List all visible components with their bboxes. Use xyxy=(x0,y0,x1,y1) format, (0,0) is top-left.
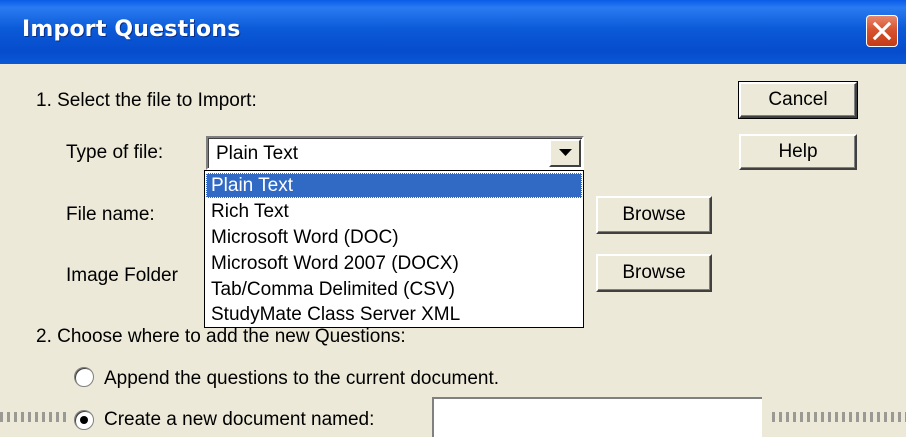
file-name-label: File name: xyxy=(66,204,155,225)
create-radio-label: Create a new document named: xyxy=(104,409,375,430)
cancel-button[interactable]: Cancel xyxy=(738,81,858,119)
browse-folder-button-label: Browse xyxy=(622,262,686,283)
type-of-file-label: Type of file: xyxy=(66,142,164,163)
close-icon xyxy=(872,21,892,41)
chevron-down-icon xyxy=(559,149,572,156)
title-bar[interactable]: Import Questions xyxy=(0,0,906,64)
dropdown-option[interactable]: Microsoft Word (DOC) xyxy=(206,225,582,250)
file-type-value: Plain Text xyxy=(216,143,299,164)
help-button[interactable]: Help xyxy=(739,134,857,170)
partially-visible-text xyxy=(0,412,66,422)
file-type-dropdown-button[interactable] xyxy=(549,139,581,167)
close-button[interactable] xyxy=(866,15,898,47)
browse-file-button[interactable]: Browse xyxy=(596,196,712,234)
help-button-label: Help xyxy=(778,141,818,162)
dropdown-option[interactable]: Tab/Comma Delimited (CSV) xyxy=(206,277,582,302)
cancel-button-label: Cancel xyxy=(768,89,828,110)
browse-file-button-label: Browse xyxy=(622,204,686,225)
dropdown-option[interactable]: StudyMate Class Server XML xyxy=(206,302,582,327)
browse-folder-button[interactable]: Browse xyxy=(596,254,712,292)
dropdown-option[interactable]: Rich Text xyxy=(206,199,582,224)
step2-label: 2. Choose where to add the new Questions… xyxy=(36,326,406,347)
append-radio-label: Append the questions to the current docu… xyxy=(104,368,500,389)
window-title: Import Questions xyxy=(22,17,241,42)
create-radio[interactable] xyxy=(74,410,94,430)
dropdown-option[interactable]: Microsoft Word 2007 (DOCX) xyxy=(206,251,582,276)
file-type-select[interactable]: Plain Text xyxy=(206,136,584,170)
step1-label: 1. Select the file to Import: xyxy=(36,90,257,111)
new-document-name-input[interactable] xyxy=(432,397,762,437)
dropdown-option[interactable]: Plain Text xyxy=(206,173,582,198)
image-folder-label: Image Folder xyxy=(66,265,178,286)
file-type-dropdown-list[interactable]: Plain Text Rich Text Microsoft Word (DOC… xyxy=(204,170,584,328)
partially-visible-text xyxy=(772,412,906,422)
append-radio[interactable] xyxy=(74,367,94,387)
